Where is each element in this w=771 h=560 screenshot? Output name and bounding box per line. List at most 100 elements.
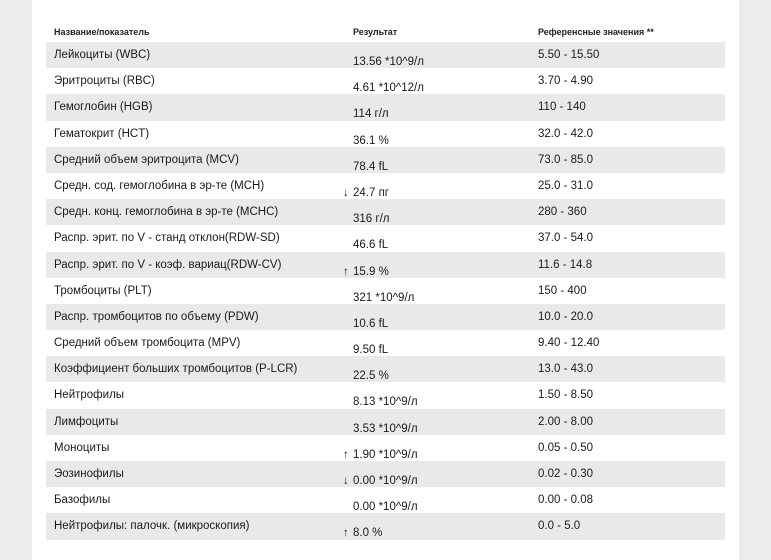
row-result-value: 13.56 *10^9/л — [353, 56, 424, 68]
table-row: Средн. конц. гемоглобина в эр-те (MCHC) 3… — [46, 199, 725, 226]
row-result: 8.13 *10^9/л — [353, 389, 418, 408]
table-row: Лимфоциты 3.53 *10^9/л 2.00 - 8.00 — [46, 408, 725, 435]
row-reference: 37.0 - 54.0 — [538, 232, 593, 245]
arrow-up-icon: ↑ — [343, 265, 349, 278]
table-row: Гематокрит (HCT) 36.1 % 32.0 - 42.0 — [46, 121, 725, 147]
row-name: Средн. конц. гемоглобина в эр-те (MCHC) — [54, 206, 279, 219]
row-result-value: 15.9 % — [353, 265, 389, 278]
arrow-down-icon: ↓ — [343, 186, 349, 199]
row-reference: 3.70 - 4.90 — [538, 75, 593, 88]
row-result: ↓ 24.7 пг — [343, 180, 389, 199]
table-row: Лейкоциты (WBC) 13.56 *10^9/л 5.50 - 15.50 — [46, 42, 725, 69]
row-result: ↑ 15.9 % — [343, 259, 389, 278]
row-reference: 2.00 - 8.00 — [538, 415, 593, 428]
table-row: Средний объем эритроцита (MCV) 78.4 fL 73.… — [46, 146, 725, 173]
arrow-up-icon: ↑ — [343, 527, 349, 540]
row-name: Распр. тромбоцитов по объему (PDW) — [54, 310, 259, 323]
row-reference: 0.00 - 0.08 — [538, 494, 593, 507]
row-reference: 10.0 - 20.0 — [538, 310, 593, 323]
row-reference: 0.02 - 0.30 — [538, 468, 593, 480]
row-result: 78.4 fL — [353, 154, 388, 173]
row-result: 13.56 *10^9/л — [353, 49, 424, 68]
row-name: Гемоглобин (HGB) — [54, 101, 153, 114]
table-row: Распр. тромбоцитов по объему (PDW) 10.6 f… — [46, 303, 725, 331]
row-reference: 32.0 - 42.0 — [538, 127, 593, 140]
table-row: Нейтрофилы 8.13 *10^9/л 1.50 - 8.50 — [46, 382, 725, 408]
results-table: Лейкоциты (WBC) 13.56 *10^9/л 5.50 - 15.50… — [46, 42, 725, 540]
row-name: Гематокрит (HCT) — [54, 127, 150, 140]
table-row: Распр. эрит. по V - коэф. вариац(RDW-CV)… — [46, 251, 725, 278]
table-row: Эозинофилы ↓ 0.00 *10^9/л 0.02 - 0.30 — [46, 461, 725, 488]
row-result: 4.61 *10^12/л — [353, 75, 424, 94]
row-reference: 0.0 - 5.0 — [538, 520, 581, 533]
row-reference: 9.40 - 12.40 — [538, 337, 600, 350]
table-row: Эритроциты (RBC) 4.61 *10^12/л 3.70 - 4.90 — [46, 68, 725, 94]
row-reference: 13.0 - 43.0 — [538, 363, 593, 376]
row-result-value: 24.7 пг — [353, 186, 389, 199]
row-reference: 0.05 - 0.50 — [538, 441, 593, 454]
report-page: Название/показатель Результат Референсны… — [32, 0, 739, 560]
header-reference: Референсные значения ** — [538, 27, 654, 37]
row-name: Базофилы — [54, 494, 111, 507]
row-reference: 1.50 - 8.50 — [538, 389, 593, 402]
row-result-value: 1.90 *10^9/л — [353, 448, 418, 461]
row-result-value: 10.6 fL — [353, 317, 389, 330]
row-result: 10.6 fL — [353, 311, 388, 330]
arrow-down-icon: ↓ — [343, 475, 349, 487]
row-result-value: 78.4 fL — [353, 160, 389, 173]
row-name: Распр. эрит. по V - станд отклон(RDW-SD) — [54, 232, 280, 245]
row-result-value: 316 г/л — [353, 213, 390, 226]
row-name: Моноциты — [54, 441, 110, 454]
row-result-value: 4.61 *10^12/л — [353, 82, 424, 95]
row-result-value: 9.50 fL — [353, 344, 389, 357]
row-reference: 150 - 400 — [538, 284, 587, 297]
row-name: Нейтрофилы — [54, 389, 125, 402]
table-row: Гемоглобин (HGB) 114 г/л 110 - 140 — [46, 94, 725, 121]
table-row: Базофилы 0.00 *10^9/л 0.00 - 0.08 — [46, 487, 725, 513]
row-name: Тромбоциты (PLT) — [54, 284, 152, 297]
row-result-value: 36.1 % — [353, 134, 389, 147]
row-result: 316 г/л — [353, 206, 389, 225]
table-row: Распр. эрит. по V - станд отклон(RDW-SD)… — [46, 225, 725, 251]
row-result-value: 0.00 *10^9/л — [353, 501, 418, 514]
row-result: 321 *10^9/л — [353, 285, 414, 304]
row-result: 3.53 *10^9/л — [353, 416, 418, 435]
row-name: Эритроциты (RBC) — [54, 75, 155, 88]
arrow-up-icon: ↑ — [343, 448, 349, 461]
header-name: Название/показатель — [54, 27, 150, 37]
row-name: Лейкоциты (WBC) — [54, 49, 151, 61]
row-reference: 73.0 - 85.0 — [538, 153, 593, 166]
table-row: Нейтрофилы: палочк. (микроскопия) ↑ 8.0 % 0… — [46, 513, 725, 540]
row-name: Лимфоциты — [54, 415, 119, 428]
row-reference: 5.50 - 15.50 — [538, 49, 600, 61]
row-result-value: 114 г/л — [353, 108, 389, 121]
row-result: 0.00 *10^9/л — [353, 494, 418, 513]
table-row: Средн. сод. гемоглобина в эр-те (MCH) ↓ 24… — [46, 173, 725, 199]
row-reference: 110 - 140 — [538, 101, 586, 114]
row-name: Средн. сод. гемоглобина в эр-те (MCH) — [54, 179, 265, 192]
row-result: 46.6 fL — [353, 232, 388, 251]
row-name: Коэффициент больших тромбоцитов (P-LCR) — [54, 363, 298, 376]
row-result-value: 46.6 fL — [353, 239, 389, 252]
row-name: Распр. эрит. по V - коэф. вариац(RDW-CV) — [54, 258, 282, 271]
row-name: Средний объем тромбоцита (MPV) — [54, 337, 241, 350]
row-result-value: 0.00 *10^9/л — [353, 475, 418, 487]
row-reference: 11.6 - 14.8 — [538, 258, 593, 271]
row-result: ↓ 0.00 *10^9/л — [343, 468, 418, 487]
header-result: Результат — [353, 27, 398, 37]
row-result: ↑ 8.0 % — [343, 520, 382, 539]
row-result: 22.5 % — [353, 363, 389, 382]
row-result-value: 321 *10^9/л — [353, 291, 415, 304]
table-header: Название/показатель Результат Референсны… — [46, 22, 725, 42]
row-result: ↑ 1.90 *10^9/л — [343, 442, 418, 461]
table-row: Моноциты ↑ 1.90 *10^9/л 0.05 - 0.50 — [46, 435, 725, 461]
table-row: Тромбоциты (PLT) 321 *10^9/л 150 - 400 — [46, 278, 725, 304]
row-result: 36.1 % — [353, 128, 389, 147]
row-result: 9.50 fL — [353, 337, 388, 356]
row-reference: 280 - 360 — [538, 206, 587, 219]
row-name: Нейтрофилы: палочк. (микроскопия) — [54, 520, 250, 533]
row-result-value: 22.5 % — [353, 370, 389, 383]
table-row: Коэффициент больших тромбоцитов (P-LCR) 2… — [46, 356, 725, 383]
row-result-value: 8.13 *10^9/л — [353, 396, 418, 409]
row-result-value: 3.53 *10^9/л — [353, 422, 418, 435]
